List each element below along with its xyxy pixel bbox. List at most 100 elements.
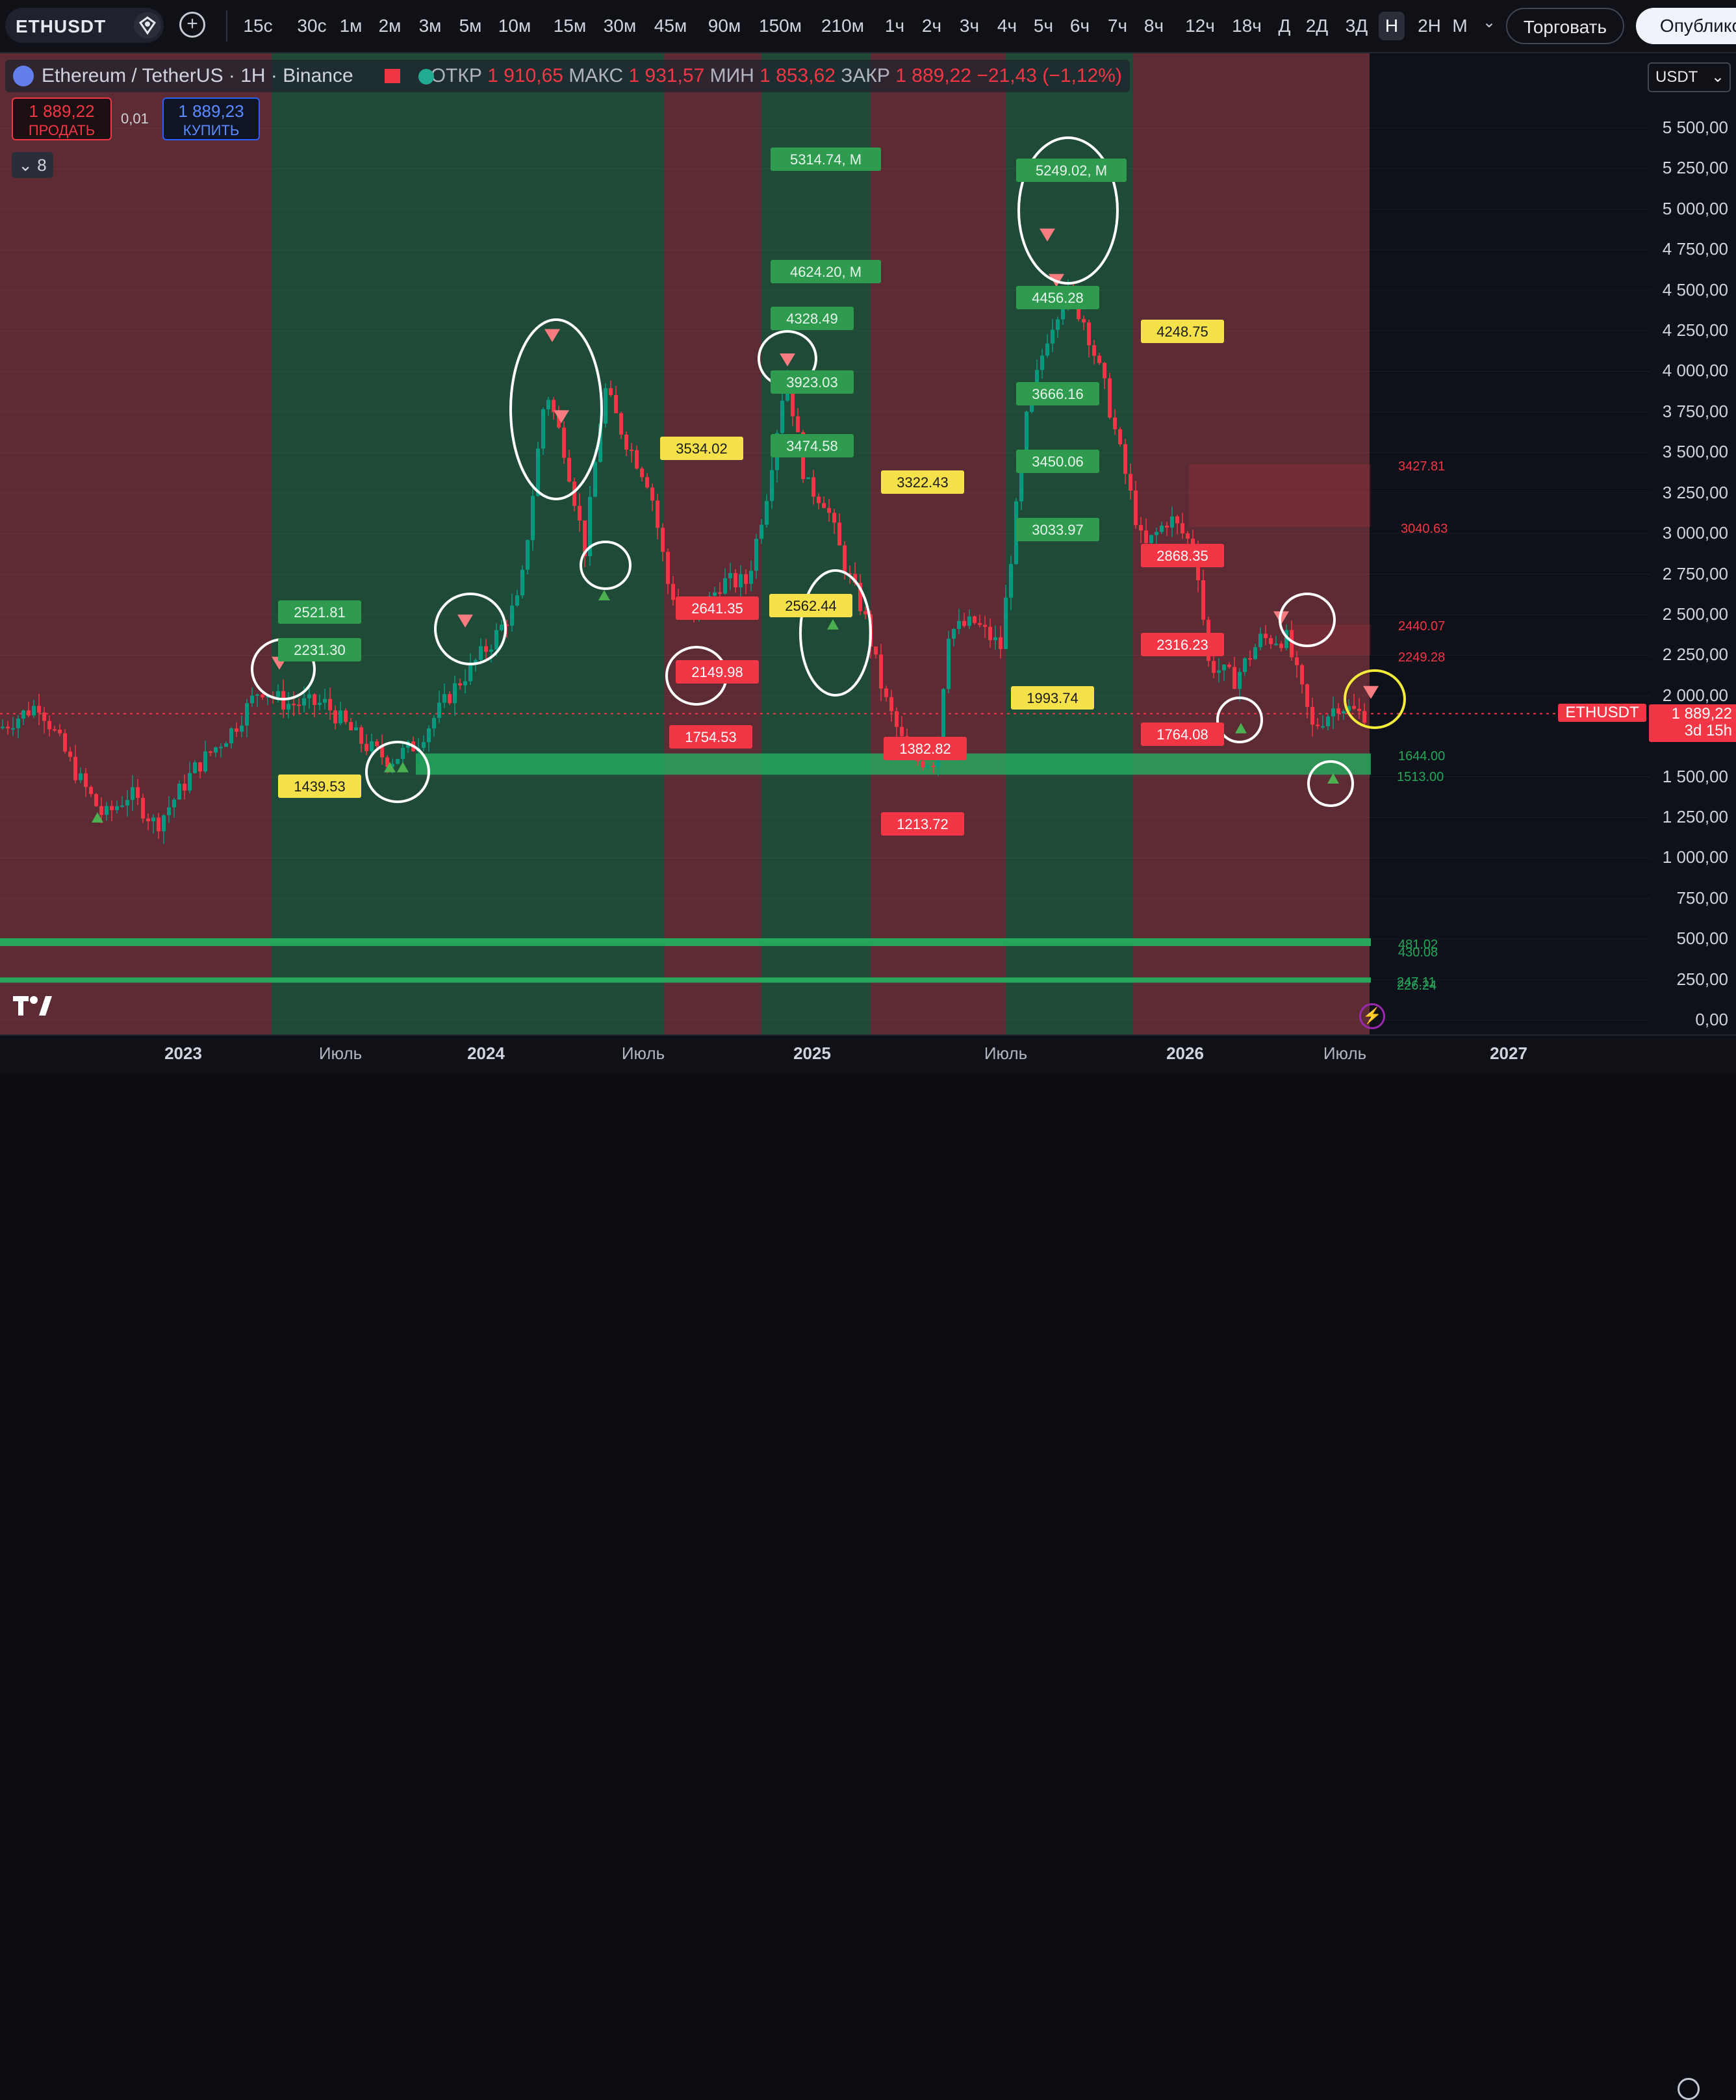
timeframe-17[interactable]: 5ч <box>1030 12 1056 40</box>
candle-body <box>1248 658 1252 660</box>
timeframe-2[interactable]: 1м <box>338 12 364 40</box>
symbol-info-icon[interactable] <box>134 12 161 38</box>
timeframe-24[interactable]: 2Д <box>1303 12 1331 40</box>
candle-body <box>42 712 46 721</box>
candle-body <box>1253 647 1257 659</box>
candle-body <box>99 806 103 815</box>
price-label: 4624.20, M <box>790 264 862 280</box>
timeframe-20[interactable]: 8ч <box>1141 12 1167 40</box>
candle-body <box>172 799 176 808</box>
candle-body <box>1155 531 1158 535</box>
candle-body <box>177 784 181 800</box>
time-axis-label: Июль <box>1323 1044 1367 1063</box>
candle-body <box>1352 706 1356 709</box>
timeframe-18[interactable]: 6ч <box>1067 12 1093 40</box>
candle-body <box>1212 661 1216 673</box>
candle-body <box>661 528 665 552</box>
timeframe-10[interactable]: 90м <box>705 12 744 40</box>
candle-body <box>27 710 31 716</box>
candle-body <box>1097 355 1101 363</box>
time-axis[interactable]: 2023 Июль 2024 Июль 2025 Июль 2026 Июль 2027 <box>0 1034 1736 2100</box>
timeframe-15[interactable]: 3ч <box>956 12 982 40</box>
timeframe-8[interactable]: 30м <box>601 12 639 40</box>
candle-body <box>546 400 550 409</box>
candle-body <box>354 727 358 730</box>
timeframe-1[interactable]: 30с <box>294 12 330 40</box>
timeframe-22[interactable]: 18ч <box>1229 12 1264 40</box>
candle-body <box>1238 672 1242 689</box>
time-axis-label: 2026 <box>1166 1044 1204 1063</box>
timeframe-7[interactable]: 15м <box>551 12 589 40</box>
candle-body <box>73 756 77 780</box>
time-axis-label: Июль <box>984 1044 1028 1063</box>
candle-body <box>120 805 124 807</box>
candle-body <box>531 496 535 541</box>
timeframe-21[interactable]: 12ч <box>1182 12 1218 40</box>
lightning-icon[interactable]: ⚡ <box>1359 1003 1385 1029</box>
buy-button[interactable]: 1 889,23 КУПИТЬ <box>162 97 260 140</box>
timeframe-6[interactable]: 10м <box>498 12 531 40</box>
candle-body <box>941 689 945 738</box>
price-axis-label: 5 250,00 <box>1662 158 1728 178</box>
candle-body <box>567 457 571 482</box>
timeframe-9[interactable]: 45м <box>652 12 689 40</box>
timeframe-12[interactable]: 210м <box>817 12 868 40</box>
candle-body <box>1134 490 1138 526</box>
candle-body <box>744 574 748 584</box>
candle-body <box>510 606 514 626</box>
price-chart[interactable]: 2521.81 2231.30 1439.53 5314.74, M 4624.20, … <box>0 53 1736 1034</box>
candle-body <box>448 694 452 704</box>
candle-body <box>832 513 836 523</box>
candle-body <box>94 794 98 806</box>
timeframe-0[interactable]: 15с <box>242 12 274 40</box>
candle-body <box>224 743 228 747</box>
price-label: 3534.02 <box>676 441 728 457</box>
timeframe-5[interactable]: 5м <box>457 12 483 40</box>
tradingview-logo[interactable] <box>13 994 56 1023</box>
timeframe-27[interactable]: 2Н <box>1415 12 1444 40</box>
publish-button[interactable]: Опублико <box>1636 8 1736 44</box>
candle-body <box>541 409 545 449</box>
chart-area[interactable]: 2521.81 2231.30 1439.53 5314.74, M 4624.20, … <box>0 53 1736 1034</box>
timeframe-13[interactable]: 1ч <box>882 12 907 40</box>
candle-body <box>1269 638 1273 645</box>
chevron-down-icon[interactable]: ⌄ <box>1483 13 1496 32</box>
timeframe-25[interactable]: 3Д <box>1342 12 1371 40</box>
trade-button[interactable]: Торговать <box>1506 8 1624 44</box>
candle-body <box>1295 657 1299 665</box>
candle-body <box>422 742 426 748</box>
candle-body <box>1113 417 1117 429</box>
candle-body <box>494 630 498 650</box>
price-axis-label: 5 000,00 <box>1662 198 1728 218</box>
candle-body <box>125 800 129 806</box>
candle-body <box>900 726 904 737</box>
candle-body <box>442 694 446 703</box>
timeframe-23[interactable]: Д <box>1275 12 1294 40</box>
timeframe-19[interactable]: 7ч <box>1104 12 1130 40</box>
timeframe-3[interactable]: 2м <box>377 12 403 40</box>
time-axis-label: 2025 <box>793 1044 831 1063</box>
symbol-search[interactable]: ETHUSDT <box>5 8 164 43</box>
timeframe-16[interactable]: 4ч <box>994 12 1020 40</box>
timeframe-14[interactable]: 2ч <box>919 12 945 40</box>
candle-body <box>136 787 140 799</box>
candle-body <box>650 487 654 501</box>
currency-select[interactable]: USDT ⌄ <box>1648 62 1731 92</box>
timeframe-26[interactable]: Н <box>1379 12 1405 40</box>
candle-body <box>1264 634 1268 639</box>
timeframe-11[interactable]: 150м <box>756 12 805 40</box>
candle-body <box>952 629 956 639</box>
timeframe-28[interactable]: М <box>1450 12 1470 40</box>
candle-body <box>131 787 134 800</box>
candle-body <box>1004 597 1008 649</box>
trend-zone <box>761 53 871 1034</box>
add-compare-button[interactable]: + <box>179 12 205 38</box>
candle-body <box>193 762 197 773</box>
flag-icon[interactable] <box>385 69 400 83</box>
timeframe-4[interactable]: 3м <box>417 12 443 40</box>
candle-body <box>1045 343 1049 356</box>
candle-body <box>1336 708 1340 713</box>
indicators-toggle[interactable]: ⌄ 8 <box>12 152 53 178</box>
sell-button[interactable]: 1 889,22 ПРОДАТЬ <box>12 97 112 140</box>
settings-icon[interactable] <box>1678 2078 1700 2100</box>
